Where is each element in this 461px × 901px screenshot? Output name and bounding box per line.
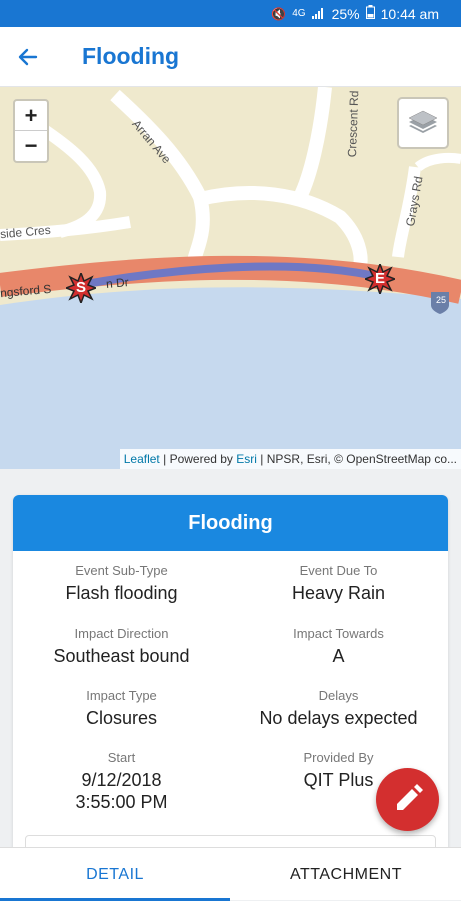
field-value: A bbox=[332, 646, 345, 666]
field-value: Southeast bound bbox=[53, 646, 190, 666]
start-marker[interactable]: S bbox=[66, 273, 96, 303]
esri-link[interactable]: Esri bbox=[236, 452, 257, 466]
attribution-text: | NPSR, Esri, © OpenStreetMap co... bbox=[260, 452, 457, 466]
field-event-due-to: Event Due To Heavy Rain bbox=[230, 563, 447, 604]
field-value-time: 3:55:00 PM bbox=[75, 792, 168, 812]
layers-button[interactable] bbox=[397, 97, 449, 149]
field-impact-type: Impact Type Closures bbox=[13, 688, 230, 729]
street-label: Crescent Rd bbox=[345, 90, 362, 158]
clock: 10:44 am bbox=[380, 5, 439, 22]
field-label: Event Due To bbox=[299, 563, 378, 578]
zoom-out-button[interactable]: − bbox=[15, 131, 47, 161]
field-value: Heavy Rain bbox=[291, 583, 386, 603]
field-label: Event Sub-Type bbox=[75, 563, 168, 578]
edit-button[interactable] bbox=[376, 768, 439, 831]
bottom-tab-bar: DETAIL ATTACHMENT bbox=[0, 847, 461, 901]
field-value: Closures bbox=[85, 708, 158, 728]
card-title: Flooding bbox=[13, 495, 448, 551]
pencil-icon bbox=[397, 784, 423, 810]
field-event-sub-type: Event Sub-Type Flash flooding bbox=[13, 563, 230, 604]
start-marker-label: S bbox=[75, 279, 86, 296]
field-label: Provided By bbox=[303, 750, 374, 765]
mute-icon: 🔇 bbox=[271, 6, 287, 21]
tab-attachment[interactable]: ATTACHMENT bbox=[231, 848, 461, 901]
field-value: 9/12/2018 bbox=[81, 770, 162, 790]
arrow-left-icon bbox=[18, 48, 38, 66]
field-value: Flash flooding bbox=[65, 583, 178, 603]
field-delays: Delays No delays expected bbox=[230, 688, 447, 729]
signal-icon bbox=[311, 6, 326, 22]
zoom-in-button[interactable]: + bbox=[15, 101, 47, 131]
status-bar: 🔇 4G 25% 10:44 am bbox=[0, 0, 461, 27]
powered-by-text: Powered by bbox=[169, 452, 233, 466]
zoom-control: + − bbox=[13, 99, 49, 163]
street-label: n Dr bbox=[105, 275, 130, 291]
leaflet-link[interactable]: Leaflet bbox=[124, 452, 160, 466]
page-title: Flooding bbox=[82, 43, 180, 69]
map-attribution: Leaflet | Powered by Esri | NPSR, Esri, … bbox=[119, 449, 461, 469]
field-label: Impact Type bbox=[86, 688, 157, 703]
network-type: 4G bbox=[292, 8, 306, 19]
tab-detail[interactable]: DETAIL bbox=[0, 848, 230, 901]
field-label: Delays bbox=[318, 688, 359, 703]
app-bar: Flooding bbox=[0, 27, 461, 87]
field-impact-direction: Impact Direction Southeast bound bbox=[13, 626, 230, 667]
end-marker-label: E bbox=[374, 270, 385, 287]
field-label: Start bbox=[107, 750, 136, 765]
end-marker[interactable]: E bbox=[365, 264, 395, 294]
field-label: Impact Direction bbox=[74, 626, 169, 641]
back-button[interactable] bbox=[12, 41, 44, 73]
field-label: Impact Towards bbox=[293, 626, 384, 641]
map-view[interactable]: Arran Ave Crescent Rd Grays Rd side Cres… bbox=[0, 87, 461, 469]
route-shield-label: 25 bbox=[435, 295, 446, 305]
field-start: Start 9/12/2018 3:55:00 PM bbox=[13, 750, 230, 813]
layers-icon bbox=[408, 110, 438, 133]
field-value: No delays expected bbox=[259, 708, 418, 728]
battery-percent: 25% bbox=[331, 5, 360, 22]
field-impact-towards: Impact Towards A bbox=[230, 626, 447, 667]
battery-icon bbox=[365, 5, 375, 22]
